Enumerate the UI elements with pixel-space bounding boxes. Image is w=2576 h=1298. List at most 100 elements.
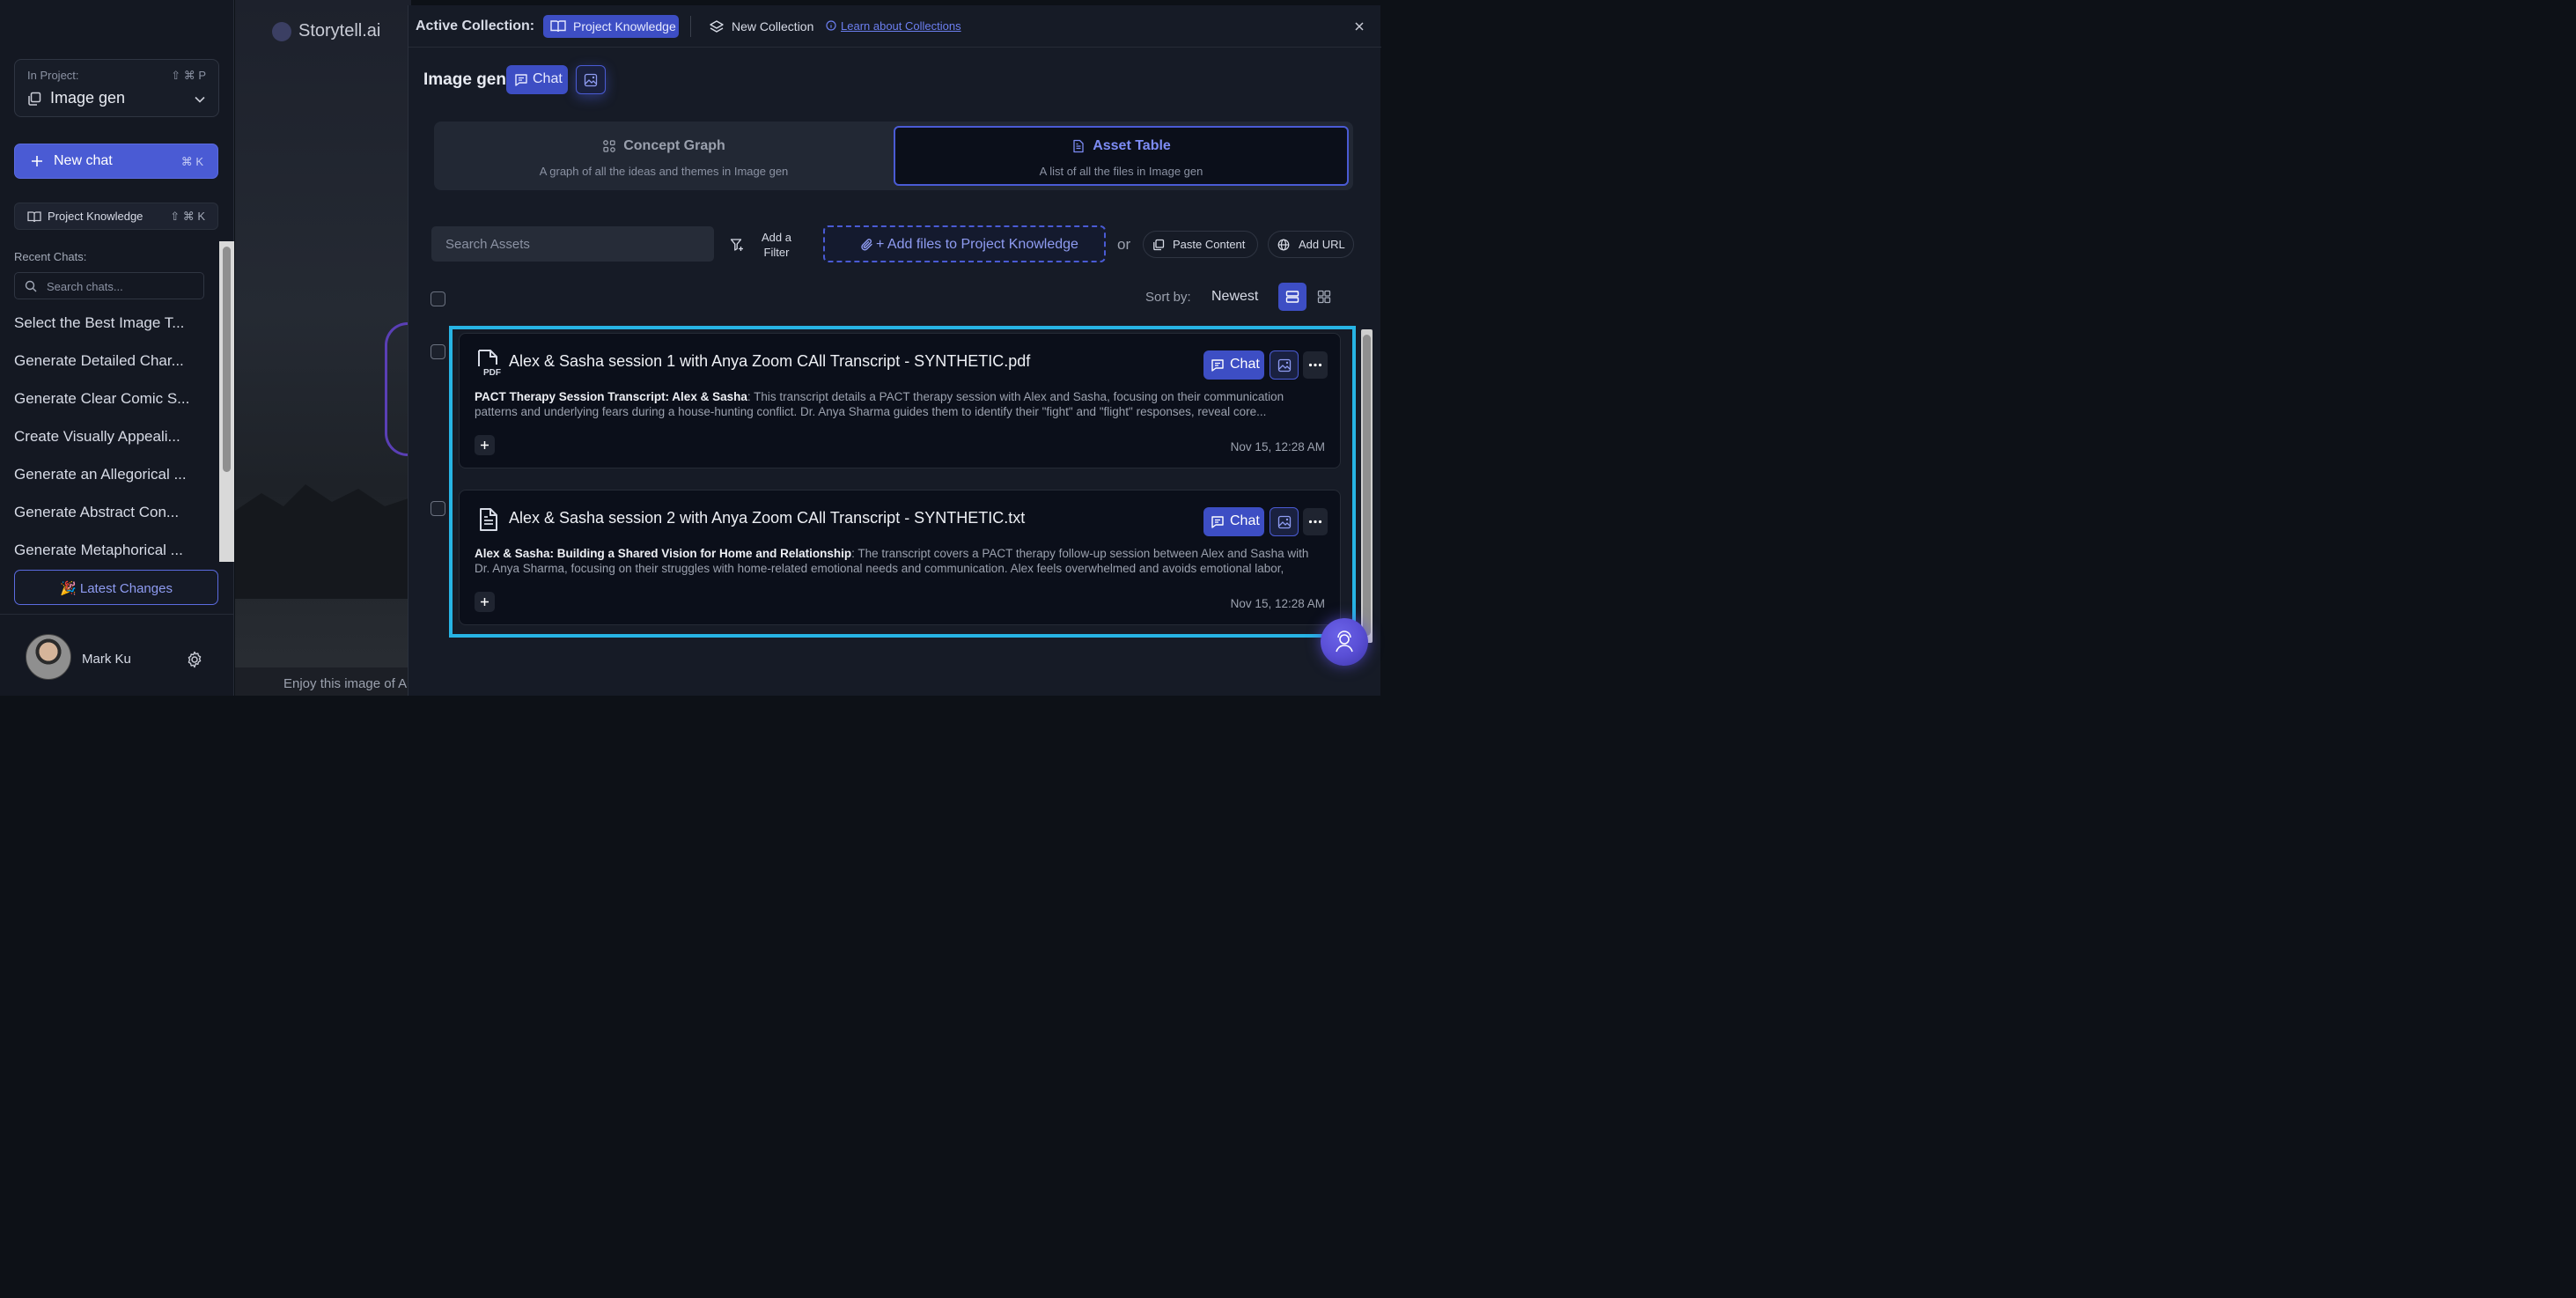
gear-icon[interactable] (186, 651, 203, 668)
chevron-down-icon (194, 93, 206, 106)
recent-chat-item[interactable]: Create Visually Appeali... (14, 425, 217, 463)
collection-image-button[interactable] (576, 65, 606, 94)
search-icon (25, 280, 37, 292)
modal-scrollbar-thumb[interactable] (1363, 335, 1371, 636)
asset-chat-button[interactable]: Chat (1203, 350, 1264, 380)
collection-title: Image gen (423, 70, 506, 89)
paste-content-button[interactable]: Paste Content (1143, 231, 1258, 258)
plus-icon (480, 597, 489, 607)
image-icon (1277, 515, 1292, 529)
add-tag-button[interactable] (475, 592, 495, 612)
or-text: or (1117, 236, 1131, 253)
recent-chat-item[interactable]: Select the Best Image T... (14, 312, 217, 350)
project-selector[interactable]: In Project: ⇧ ⌘ P Image gen (14, 59, 219, 117)
project-selector-label: In Project: (27, 69, 79, 82)
project-knowledge-label: Project Knowledge (48, 210, 144, 223)
latest-changes-button[interactable]: 🎉 Latest Changes (14, 570, 218, 605)
select-all-checkbox[interactable] (431, 291, 445, 306)
asset-file-name[interactable]: Alex & Sasha session 1 with Anya Zoom CA… (509, 352, 1030, 371)
asset-card[interactable]: Alex & Sasha session 2 with Anya Zoom CA… (459, 490, 1341, 625)
add-files-label: + Add files to Project Knowledge (876, 237, 1078, 252)
tab-concept-graph-subtitle: A graph of all the ideas and themes in I… (539, 165, 789, 178)
user-name: Mark Ku (82, 652, 131, 667)
sort-dropdown[interactable]: Newest (1211, 289, 1258, 305)
plus-icon (30, 154, 44, 168)
sidebar: In Project: ⇧ ⌘ P Image gen New chat ⌘ K… (0, 0, 234, 696)
active-collection-button[interactable]: Project Knowledge (543, 15, 679, 38)
copy-icon (27, 92, 41, 106)
list-view-icon (1285, 290, 1299, 304)
learn-about-collections-label: Learn about Collections (841, 19, 961, 33)
logo-icon (272, 22, 291, 41)
background-mountain-image (235, 484, 411, 599)
assistant-icon (1332, 630, 1357, 654)
active-collection-name: Project Knowledge (573, 19, 676, 33)
recent-chats-list: Select the Best Image T... Generate Deta… (14, 312, 217, 577)
add-tag-button[interactable] (475, 435, 495, 455)
search-assets-input[interactable] (444, 235, 699, 253)
sidebar-scrollbar[interactable] (219, 241, 234, 562)
more-horizontal-icon (1308, 520, 1322, 524)
latest-changes-label: 🎉 Latest Changes (60, 581, 173, 596)
add-url-label: Add URL (1299, 238, 1345, 251)
asset-checkbox[interactable] (431, 501, 445, 516)
user-profile: Mark Ku (0, 614, 234, 696)
add-url-button[interactable]: Add URL (1268, 231, 1354, 258)
search-chats-field[interactable] (14, 272, 204, 299)
asset-more-button[interactable] (1303, 508, 1328, 535)
collection-chat-button[interactable]: Chat (506, 65, 568, 94)
new-chat-label: New chat (54, 153, 113, 168)
recent-chat-item[interactable]: Generate Clear Comic S... (14, 387, 217, 425)
graph-icon (602, 139, 616, 153)
view-tabs: Concept Graph A graph of all the ideas a… (434, 122, 1353, 190)
list-view-button[interactable] (1278, 283, 1306, 311)
active-collection-label: Active Collection: (416, 18, 535, 33)
asset-chat-label: Chat (1230, 513, 1260, 528)
paperclip-icon (860, 238, 874, 252)
chat-icon (514, 73, 528, 86)
text-file-icon (475, 505, 502, 534)
chat-icon (1211, 515, 1225, 528)
document-icon (1071, 139, 1086, 153)
image-icon (584, 73, 598, 87)
asset-more-button[interactable] (1303, 351, 1328, 379)
tab-concept-graph[interactable]: Concept Graph A graph of all the ideas a… (434, 122, 894, 190)
asset-chat-button[interactable]: Chat (1203, 507, 1264, 536)
assistant-fab-button[interactable] (1321, 618, 1368, 666)
tab-asset-table-subtitle: A list of all the files in Image gen (1039, 165, 1203, 178)
project-knowledge-shortcut: ⇧ ⌘ K (170, 210, 205, 223)
pdf-file-icon: PDF (475, 349, 502, 377)
search-chats-input[interactable] (45, 278, 195, 294)
add-filter-button[interactable]: Add a Filter (730, 230, 800, 260)
asset-file-name[interactable]: Alex & Sasha session 2 with Anya Zoom CA… (509, 509, 1025, 527)
asset-image-button[interactable] (1270, 350, 1299, 380)
recent-chats-heading: Recent Chats: (14, 250, 87, 263)
sort-by-label: Sort by: (1145, 290, 1191, 305)
modal-header: Active Collection: Project Knowledge New… (408, 5, 1381, 48)
asset-card[interactable]: PDF Alex & Sasha session 1 with Anya Zoo… (459, 333, 1341, 468)
new-chat-shortcut: ⌘ K (180, 155, 203, 168)
add-files-button[interactable]: + Add files to Project Knowledge (823, 225, 1106, 262)
new-collection-label: New Collection (732, 19, 814, 33)
recent-chat-item[interactable]: Generate an Allegorical ... (14, 463, 217, 501)
search-assets-field[interactable] (431, 226, 714, 262)
grid-view-button[interactable] (1310, 283, 1338, 311)
header-divider (690, 16, 691, 37)
tab-asset-table[interactable]: Asset Table A list of all the files in I… (894, 126, 1349, 186)
asset-image-button[interactable] (1270, 507, 1299, 536)
asset-checkbox[interactable] (431, 344, 445, 359)
project-knowledge-button[interactable]: Project Knowledge ⇧ ⌘ K (14, 203, 218, 230)
filter-plus-icon (730, 238, 744, 252)
book-icon (27, 210, 41, 223)
modal-scrollbar[interactable] (1361, 329, 1373, 643)
recent-chat-item[interactable]: Generate Abstract Con... (14, 501, 217, 539)
asset-summary-title: Alex & Sasha: Building a Shared Vision f… (475, 547, 852, 560)
collection-chat-label: Chat (533, 71, 563, 86)
avatar[interactable] (26, 634, 71, 680)
sidebar-scrollbar-thumb[interactable] (223, 247, 231, 472)
asset-summary: PACT Therapy Session Transcript: Alex & … (475, 389, 1324, 419)
new-chat-button[interactable]: New chat ⌘ K (14, 144, 218, 179)
recent-chat-item[interactable]: Generate Detailed Char... (14, 350, 217, 387)
svg-text:PDF: PDF (483, 368, 501, 377)
close-icon[interactable] (1353, 20, 1365, 33)
